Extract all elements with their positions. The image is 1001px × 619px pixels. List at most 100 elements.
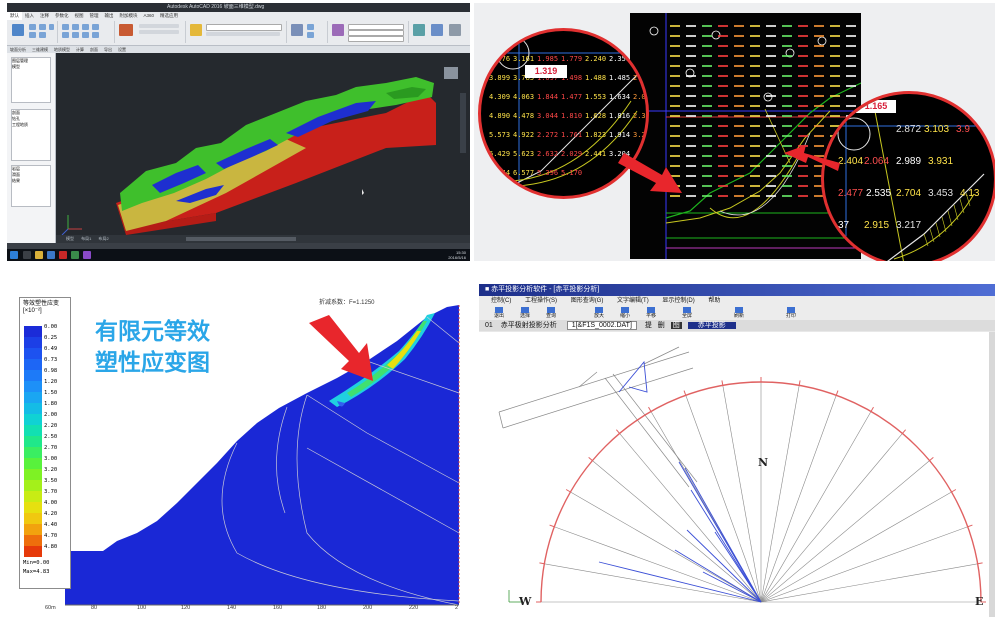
ribbon-tab[interactable]: 附加模块 (117, 12, 141, 20)
layout-tab[interactable]: 布局1 (81, 236, 91, 241)
browser-icon[interactable] (47, 251, 55, 259)
discontinuity-trace (690, 489, 762, 603)
app-icon[interactable] (71, 251, 79, 259)
insert-block-icon[interactable] (291, 24, 303, 36)
stereonet-tick (648, 406, 652, 412)
object-tree-box: 剖面 钻孔 工程地质 (11, 109, 51, 161)
stereonet-tick (539, 562, 545, 565)
print-icon (787, 307, 795, 313)
query-button[interactable]: 查询 (541, 307, 561, 319)
pan-button[interactable]: 平移 (641, 307, 661, 319)
autocad-app-icon[interactable] (59, 251, 67, 259)
zoom-in-button[interactable]: 放大 (589, 307, 609, 319)
stereonet-canvas[interactable]: N W E (479, 332, 989, 617)
menu-item[interactable]: 工程操作(S) (525, 296, 557, 306)
menu-item[interactable]: 图形查询(G) (571, 296, 604, 306)
command-line[interactable] (186, 237, 296, 241)
side-item[interactable]: 模型 (12, 64, 50, 70)
measure-icon[interactable] (431, 24, 443, 36)
combo-tab[interactable]: 提 (645, 322, 652, 329)
toolbar-item[interactable]: 坡面分析 (7, 46, 29, 53)
search-icon[interactable] (23, 251, 31, 259)
toolbar-item[interactable]: 剖面 (87, 46, 101, 53)
toolbar-item[interactable]: 计算 (73, 46, 87, 53)
menu-item[interactable]: 文字编辑(T) (617, 296, 649, 306)
navigation-bar[interactable] (460, 93, 466, 153)
select-button[interactable]: 选择 (515, 307, 535, 319)
legend-value: 1.80 (44, 401, 58, 407)
exit-button[interactable]: 退出 (489, 307, 509, 319)
menu-item[interactable]: 显示控制(D) (662, 296, 694, 306)
print-button[interactable]: 打印 (781, 307, 801, 319)
refresh-button[interactable]: 刷新 (729, 307, 749, 319)
slope-profile-sketch (498, 346, 698, 488)
layout-tab[interactable]: 模型 (66, 236, 74, 241)
scale-tool-icon[interactable] (92, 32, 99, 38)
create-block-icon[interactable] (307, 24, 314, 30)
leader-dropdown[interactable] (139, 30, 179, 34)
copy-tool-icon[interactable] (92, 24, 99, 30)
mouse-cursor-icon (362, 189, 364, 195)
file-explorer-icon[interactable] (35, 251, 43, 259)
clipboard-icon[interactable] (449, 24, 461, 36)
legend-swatch (24, 502, 42, 513)
start-menu-icon[interactable] (10, 251, 18, 259)
match-properties-icon[interactable] (332, 24, 344, 36)
side-item[interactable]: 结果 (12, 178, 50, 184)
dimension-dropdown[interactable] (139, 24, 179, 28)
combo-tab[interactable]: 图 (670, 322, 682, 329)
cad-3d-viewport[interactable] (56, 53, 470, 243)
text-tool-icon[interactable] (119, 24, 133, 36)
layout-tab[interactable]: 布局2 (98, 236, 108, 241)
menu-item[interactable]: 帮助 (708, 296, 720, 306)
pan-icon (647, 307, 655, 313)
ribbon-tab[interactable]: 视图 (72, 12, 87, 20)
ribbon-tab[interactable]: A360 (141, 12, 158, 20)
app-icon[interactable] (83, 251, 91, 259)
hatch-tool-icon[interactable] (49, 24, 54, 30)
side-item[interactable]: 工程地质 (12, 122, 50, 128)
rotate-tool-icon[interactable] (72, 24, 79, 30)
edit-block-icon[interactable] (307, 32, 314, 38)
polyline-tool-icon[interactable] (29, 24, 36, 30)
layer-dropdown[interactable] (206, 24, 282, 31)
vertical-scrollbar[interactable] (989, 332, 995, 617)
data-file-select[interactable]: 1[&F1S_0002.DAT] (566, 321, 637, 330)
toolbar-item[interactable]: 设置 (115, 46, 129, 53)
fillet-tool-icon[interactable] (72, 32, 79, 38)
group-icon[interactable] (413, 24, 425, 36)
legend-max: Max=4.83 (23, 569, 50, 575)
toolbar-item[interactable]: 导出 (101, 46, 115, 53)
combo-tab-active[interactable]: 赤平投影 (687, 322, 736, 329)
layer-tools-row[interactable] (206, 32, 280, 36)
combo-tab[interactable]: 删 (658, 322, 665, 329)
ribbon-tab[interactable]: 插入 (22, 12, 37, 20)
line-tool-icon[interactable] (12, 24, 24, 36)
ribbon-tab[interactable]: 参数化 (52, 12, 72, 20)
move-tool-icon[interactable] (62, 24, 69, 30)
ribbon-tab[interactable]: 注释 (37, 12, 52, 20)
arc-tool-icon[interactable] (29, 32, 36, 38)
ribbon-group-layers (186, 21, 287, 43)
layer-properties-icon[interactable] (190, 24, 202, 36)
stretch-tool-icon[interactable] (82, 32, 89, 38)
cad-window-titlebar: Autodesk AutoCAD 2016 坡面三维模型.dwg (7, 3, 470, 12)
ribbon-tab[interactable]: 默认 (7, 12, 22, 20)
mirror-tool-icon[interactable] (62, 32, 69, 38)
layer-tree-box: 图层管理 模型 (11, 57, 51, 103)
trim-tool-icon[interactable] (82, 24, 89, 30)
ribbon-tab[interactable]: 管理 (87, 12, 102, 20)
ribbon-tab[interactable]: 输出 (102, 12, 117, 20)
viewcube-icon[interactable] (444, 67, 458, 79)
rectangle-tool-icon[interactable] (39, 32, 46, 38)
zoom-out-button[interactable]: 缩小 (615, 307, 635, 319)
fullscreen-button[interactable]: 全屏 (677, 307, 697, 319)
lineweight-dropdown[interactable] (348, 36, 404, 42)
select-icon (521, 307, 529, 313)
ribbon-tab[interactable]: 精选应用 (157, 12, 181, 20)
menu-item[interactable]: 控制(C) (491, 296, 511, 306)
analysis-type-select[interactable]: 赤平极射投影分析 (501, 322, 557, 329)
circle-tool-icon[interactable] (39, 24, 46, 30)
toolbar-item[interactable]: 地质模型 (51, 46, 73, 53)
toolbar-item[interactable]: 三维建模 (29, 46, 51, 53)
